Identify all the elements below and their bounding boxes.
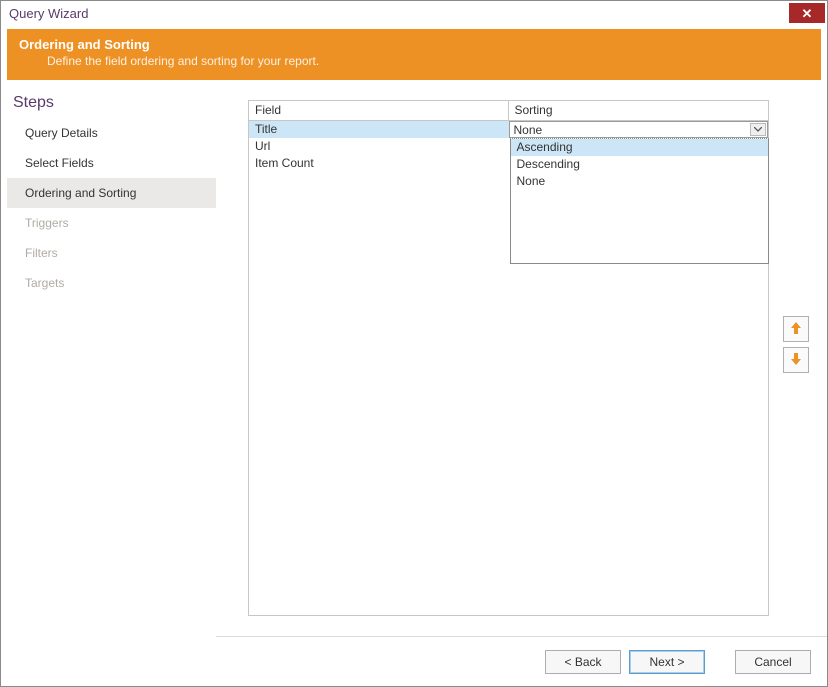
dropdown-option-none[interactable]: None: [511, 173, 769, 190]
cell-field: Item Count: [249, 155, 509, 172]
step-triggers: Triggers: [7, 208, 216, 238]
sorting-combo[interactable]: None: [509, 121, 769, 138]
sorting-dropdown[interactable]: Ascending Descending None: [510, 138, 770, 264]
move-down-button[interactable]: [783, 347, 809, 373]
arrow-down-icon: [790, 352, 802, 369]
titlebar: Query Wizard ✕: [1, 1, 827, 25]
window-title: Query Wizard: [9, 6, 88, 21]
move-up-button[interactable]: [783, 316, 809, 342]
steps-sidebar: Steps Query Details Select Fields Orderi…: [1, 86, 216, 636]
next-button[interactable]: Next >: [629, 650, 705, 674]
arrow-up-icon: [790, 321, 802, 338]
footer: < Back Next > Cancel: [216, 636, 827, 686]
header-banner: Ordering and Sorting Define the field or…: [7, 29, 821, 80]
fields-grid: Field Sorting Title None: [248, 100, 769, 616]
close-button[interactable]: ✕: [789, 3, 825, 23]
step-query-details[interactable]: Query Details: [7, 118, 216, 148]
dropdown-option-ascending[interactable]: Ascending: [511, 139, 769, 156]
body: Steps Query Details Select Fields Orderi…: [1, 86, 827, 636]
grid-row[interactable]: Title None: [249, 121, 768, 138]
header-title: Ordering and Sorting: [19, 37, 809, 52]
cell-field: Url: [249, 138, 509, 155]
close-icon: ✕: [802, 7, 813, 20]
main-panel: Field Sorting Title None: [216, 86, 827, 636]
step-select-fields[interactable]: Select Fields: [7, 148, 216, 178]
step-filters: Filters: [7, 238, 216, 268]
cell-sorting[interactable]: None: [509, 121, 769, 138]
reorder-buttons: [783, 316, 809, 373]
step-ordering-sorting[interactable]: Ordering and Sorting: [7, 178, 216, 208]
dropdown-option-descending[interactable]: Descending: [511, 156, 769, 173]
step-targets: Targets: [7, 268, 216, 298]
dropdown-spacer: [511, 190, 769, 263]
query-wizard-window: Query Wizard ✕ Ordering and Sorting Defi…: [0, 0, 828, 687]
column-header-field[interactable]: Field: [249, 101, 509, 120]
back-button[interactable]: < Back: [545, 650, 621, 674]
header-description: Define the field ordering and sorting fo…: [19, 52, 809, 68]
grid-body: Title None Url: [249, 121, 768, 172]
cell-field: Title: [249, 121, 509, 138]
column-header-sorting[interactable]: Sorting: [509, 101, 769, 120]
cancel-button[interactable]: Cancel: [735, 650, 811, 674]
grid-header: Field Sorting: [249, 101, 768, 121]
steps-heading: Steps: [7, 92, 216, 118]
sorting-combo-value: None: [514, 123, 543, 137]
chevron-down-icon[interactable]: [750, 123, 766, 136]
